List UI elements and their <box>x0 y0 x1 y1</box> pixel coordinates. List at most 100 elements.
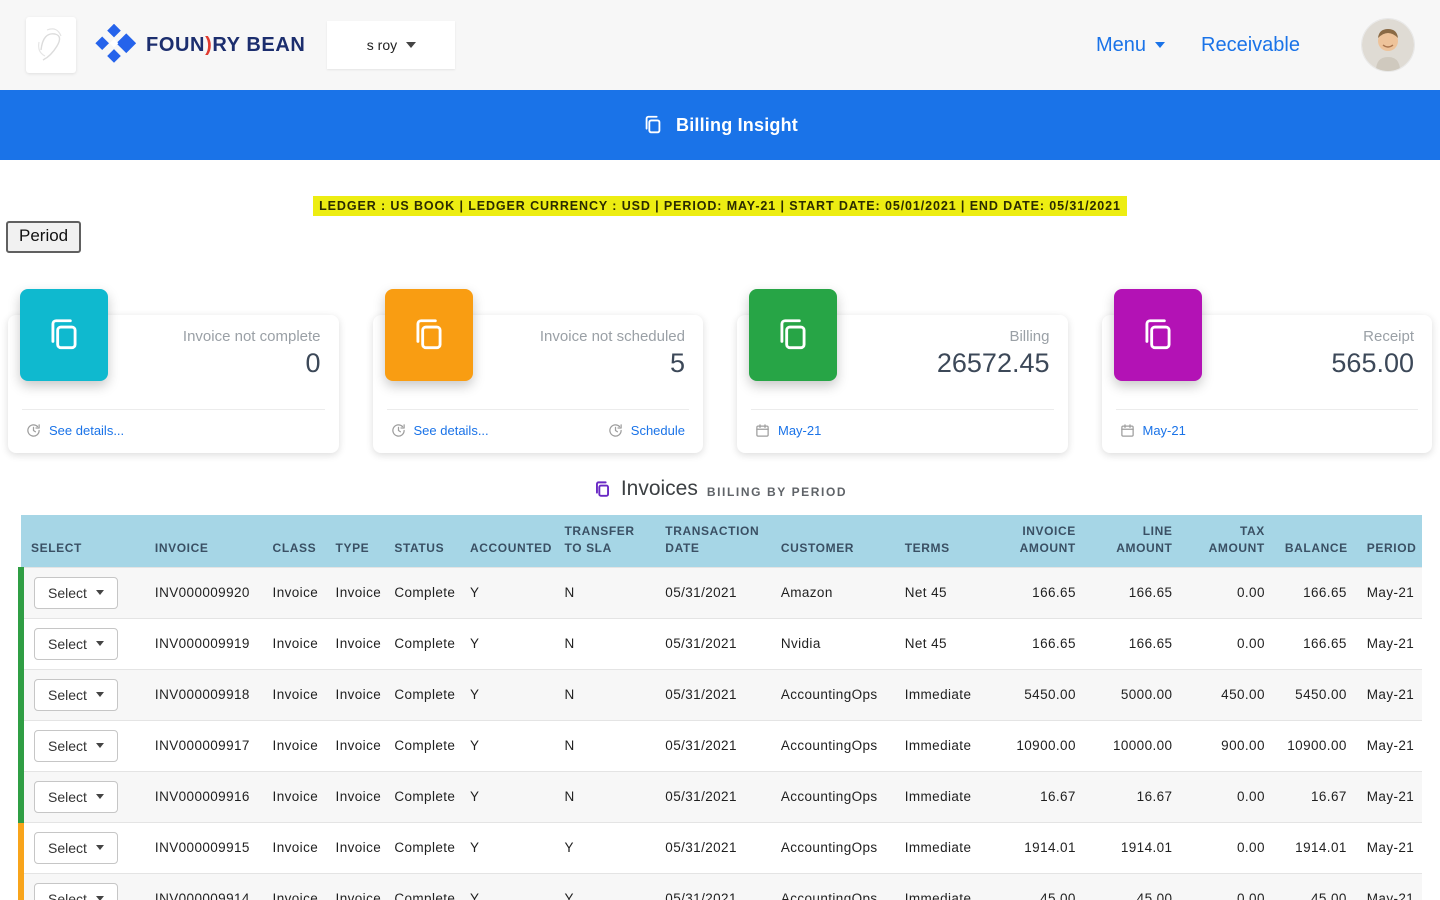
cell-class: Invoice <box>262 617 326 669</box>
cell-invoice_amount: 10900.00 <box>989 719 1086 771</box>
cell-terms: Immediate <box>894 668 990 720</box>
row-select-button[interactable]: Select <box>34 780 118 813</box>
cell-transaction_date: 05/31/2021 <box>655 668 771 720</box>
card-footer-label[interactable]: See details... <box>49 423 124 438</box>
cell-select: Select <box>18 566 145 618</box>
chevron-down-icon <box>1155 42 1166 48</box>
column-header-class: CLASS <box>262 515 326 567</box>
card-value: 26572.45 <box>936 348 1050 378</box>
invoices-section-head: Invoices BIILING BY PERIOD <box>0 477 1440 501</box>
cell-line_amount: 16.67 <box>1085 770 1183 822</box>
billing-insight-banner: Billing Insight <box>0 90 1440 160</box>
cell-period: May-21 <box>1356 566 1422 618</box>
cell-balance: 166.65 <box>1274 566 1357 618</box>
cell-period: May-21 <box>1356 668 1422 720</box>
table-row: Select INV000009920 Invoice Invoice Complete… <box>18 566 1422 618</box>
column-header-line_amount: LINE AMOUNT <box>1085 515 1183 567</box>
user-dropdown[interactable]: s roy <box>327 21 456 69</box>
brand-diamond-icon <box>92 24 136 66</box>
cell-invoice: INV000009919 <box>144 617 263 669</box>
card-footer-link[interactable]: May-21 <box>755 423 821 438</box>
cell-class: Invoice <box>262 719 326 771</box>
cell-tax_amount: 0.00 <box>1182 821 1275 873</box>
cell-line_amount: 45.00 <box>1085 872 1183 900</box>
card-footer-label[interactable]: Schedule <box>631 423 685 438</box>
brand-right: RY BEAN <box>212 33 306 56</box>
invoices-subtitle: BIILING BY PERIOD <box>706 485 848 499</box>
card-footer: See details... Schedule <box>386 409 689 453</box>
card-footer-label[interactable]: See details... <box>414 423 489 438</box>
cell-select: Select <box>18 821 145 873</box>
avatar[interactable] <box>1362 19 1414 71</box>
cell-accounted: Y <box>459 770 555 822</box>
cell-balance: 1914.01 <box>1274 821 1357 873</box>
select-label: Select <box>48 890 87 900</box>
table-row: Select INV000009916 Invoice Invoice Complete… <box>18 770 1422 822</box>
copy-icon <box>595 480 609 497</box>
chevron-down-icon <box>95 794 104 799</box>
cell-invoice: INV000009917 <box>144 719 263 771</box>
cell-type: Invoice <box>325 566 385 618</box>
cell-accounted: Y <box>459 617 555 669</box>
card-receipt: Receipt 565.00 May-21 <box>1101 289 1432 453</box>
row-select-button[interactable]: Select <box>34 576 118 609</box>
cell-transfer_to_sla: N <box>554 566 656 618</box>
cell-transfer_to_sla: N <box>554 668 656 720</box>
card-footer-link[interactable]: Schedule <box>608 423 685 438</box>
card-invoice-not-complete: Invoice not complete 0 See details... <box>8 289 339 453</box>
update-icon <box>608 423 623 438</box>
cell-select: Select <box>18 770 145 822</box>
cell-class: Invoice <box>262 770 326 822</box>
cell-invoice_amount: 166.65 <box>989 617 1086 669</box>
menu-dropdown[interactable]: Menu <box>1096 33 1166 57</box>
column-header-balance: BALANCE <box>1274 515 1357 567</box>
cell-status: Complete <box>384 719 460 771</box>
column-header-type: TYPE <box>325 515 385 567</box>
cell-transfer_to_sla: Y <box>554 872 656 900</box>
cell-transaction_date: 05/31/2021 <box>655 770 771 822</box>
cell-status: Complete <box>384 821 460 873</box>
cell-transfer_to_sla: N <box>554 617 656 669</box>
cell-transaction_date: 05/31/2021 <box>655 821 771 873</box>
row-select-button[interactable]: Select <box>34 627 118 660</box>
card-billing: Billing 26572.45 May-21 <box>737 289 1068 453</box>
select-label: Select <box>48 686 87 703</box>
cell-period: May-21 <box>1356 617 1422 669</box>
cell-accounted: Y <box>459 872 555 900</box>
receivable-link[interactable]: Receivable <box>1201 34 1300 57</box>
brand-left: FOUN <box>146 33 206 56</box>
cell-customer: AccountingOps <box>770 872 895 900</box>
column-header-accounted: ACCOUNTED <box>459 515 555 567</box>
cell-terms: Immediate <box>894 719 990 771</box>
card-footer: See details... <box>22 409 325 453</box>
card-footer-label[interactable]: May-21 <box>778 423 821 438</box>
receivable-label: Receivable <box>1201 33 1300 56</box>
ledger-info: LEDGER : US BOOK | LEDGER CURRENCY : USD… <box>313 196 1127 216</box>
cell-invoice_amount: 1914.01 <box>989 821 1086 873</box>
chevron-down-icon <box>95 743 104 748</box>
calendar-icon <box>1120 423 1135 438</box>
card-footer-link[interactable]: See details... <box>391 423 489 438</box>
table-row: Select INV000009917 Invoice Invoice Complete… <box>18 719 1422 771</box>
row-select-button[interactable]: Select <box>34 882 118 900</box>
cell-invoice: INV000009916 <box>144 770 263 822</box>
row-select-button[interactable]: Select <box>34 678 118 711</box>
card-invoice-not-scheduled: Invoice not scheduled 5 See details... Sc… <box>372 289 703 453</box>
cell-tax_amount: 0.00 <box>1182 617 1275 669</box>
chevron-down-icon <box>95 590 104 595</box>
chevron-down-icon <box>95 845 104 850</box>
cell-status: Complete <box>384 668 460 720</box>
cell-transfer_to_sla: N <box>554 719 656 771</box>
period-button[interactable]: Period <box>6 221 82 253</box>
cell-type: Invoice <box>325 821 385 873</box>
row-select-button[interactable]: Select <box>34 831 118 864</box>
card-footer-link[interactable]: See details... <box>26 423 124 438</box>
cell-accounted: Y <box>459 719 555 771</box>
menu-label: Menu <box>1096 33 1147 56</box>
card-footer-label[interactable]: May-21 <box>1143 423 1186 438</box>
cell-terms: Immediate <box>894 872 990 900</box>
card-footer-link[interactable]: May-21 <box>1120 423 1186 438</box>
row-select-button[interactable]: Select <box>34 729 118 762</box>
card-value: 565.00 <box>1331 348 1414 378</box>
cell-customer: AccountingOps <box>770 719 895 771</box>
